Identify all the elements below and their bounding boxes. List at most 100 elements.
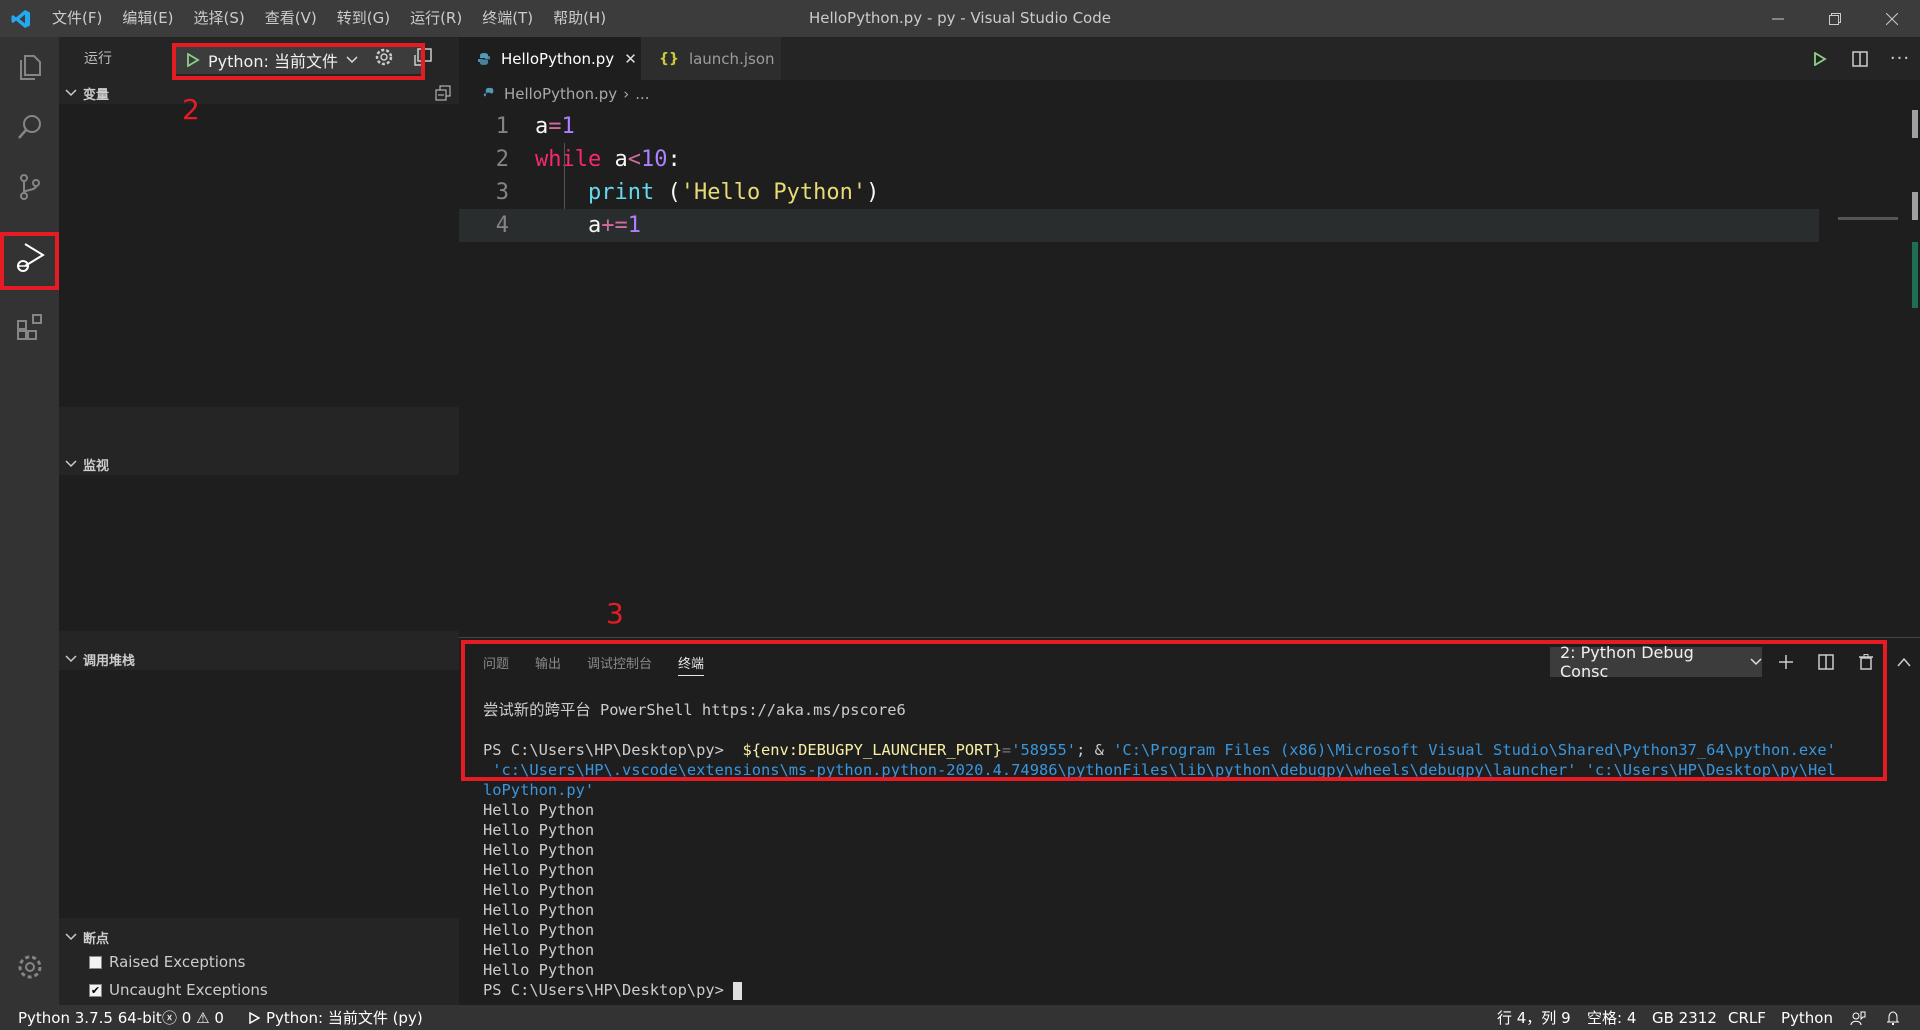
extensions-icon[interactable]	[0, 297, 59, 357]
chevron-down-icon	[63, 89, 79, 97]
code-line[interactable]: 2 while a<10:	[459, 143, 1819, 176]
breadcrumb-separator-icon: ›	[623, 84, 630, 103]
code-text: a+=1	[535, 213, 641, 238]
terminal-output-line: Hello Python	[483, 941, 595, 959]
menu-edit[interactable]: 编辑(E)	[112, 0, 183, 37]
problems-status[interactable]: ⓧ 0 ⚠ 0	[162, 1005, 224, 1030]
tab-label: HelloPython.py	[501, 49, 615, 68]
window-controls	[1749, 0, 1920, 37]
end-of-line[interactable]: CRLF	[1728, 1005, 1766, 1030]
section-variables[interactable]: 变量	[59, 82, 459, 104]
split-editor-icon[interactable]	[1840, 37, 1880, 80]
terminal-output-line: Hello Python	[483, 841, 595, 859]
start-debug-icon	[249, 1011, 260, 1024]
notifications-bell-icon[interactable]	[1886, 1005, 1900, 1030]
breakpoint-uncaught-exceptions[interactable]: ✔ Uncaught Exceptions	[89, 978, 268, 1002]
explorer-icon[interactable]	[0, 37, 59, 97]
terminal-output-line: Hello Python	[483, 861, 595, 879]
terminal-output-line: Hello Python	[483, 901, 595, 919]
run-sidebar: 运行 Python: 当前文件 变量 监视 调用堆栈 断点 Raised Exc	[59, 37, 459, 1005]
breadcrumb-rest[interactable]: ...	[635, 85, 649, 103]
breadcrumb: HelloPython.py › ...	[459, 80, 1920, 107]
section-watch[interactable]: 监视	[59, 453, 459, 475]
maximize-panel-icon[interactable]	[1888, 647, 1920, 677]
code-token: while	[535, 147, 602, 172]
line-number: 4	[495, 213, 509, 238]
terminal-output-line: Hello Python	[483, 881, 595, 899]
settings-gear-icon[interactable]	[0, 937, 59, 997]
tab-hellopython[interactable]: HelloPython.py ✕	[459, 37, 641, 80]
menu-help[interactable]: 帮助(H)	[543, 0, 616, 37]
search-icon[interactable]	[0, 97, 59, 157]
code-token: )	[866, 180, 880, 205]
code-token: +=	[601, 213, 628, 238]
section-breakpoints[interactable]: 断点	[59, 926, 459, 948]
cursor-position[interactable]: 行 4，列 9	[1497, 1005, 1571, 1030]
raised-exceptions-checkbox[interactable]	[89, 955, 102, 969]
menu-go[interactable]: 转到(G)	[327, 0, 400, 37]
menu-run[interactable]: 运行(R)	[400, 0, 472, 37]
python-interpreter[interactable]: Python 3.7.5 64-bit	[18, 1005, 162, 1030]
section-callstack-title: 调用堆栈	[83, 653, 136, 669]
activity-bar	[0, 37, 59, 1005]
menu-file[interactable]: 文件(F)	[42, 0, 112, 37]
sidebar-title: 运行	[84, 51, 112, 67]
terminal-output-line: Hello Python	[483, 821, 595, 839]
code-line[interactable]: 4 a+=1	[459, 209, 1819, 242]
feedback-icon[interactable]	[1850, 1005, 1866, 1030]
editor-tabs: HelloPython.py ✕ {} launch.json ···	[459, 37, 1920, 80]
vscode-logo-icon	[0, 0, 42, 37]
tab-label: launch.json	[688, 49, 775, 68]
tab-close-icon[interactable]: ✕	[624, 50, 637, 68]
scrollbar-thumb[interactable]	[1912, 192, 1918, 220]
menu-bar: 文件(F) 编辑(E) 选择(S) 查看(V) 转到(G) 运行(R) 终端(T…	[42, 0, 616, 37]
close-icon[interactable]	[1863, 0, 1920, 37]
encoding[interactable]: GB 2312	[1652, 1005, 1717, 1030]
section-breakpoints-title: 断点	[83, 931, 110, 947]
code-line[interactable]: 1 a=1	[459, 110, 1819, 143]
python-file-icon	[483, 87, 494, 97]
line-number: 2	[495, 147, 509, 172]
code-text: a=1	[535, 114, 575, 139]
run-file-icon[interactable]	[1800, 37, 1840, 80]
minimize-icon[interactable]	[1749, 0, 1806, 37]
terminal-output-line: Hello Python	[483, 801, 595, 819]
error-count: 0	[181, 1008, 192, 1027]
menu-terminal[interactable]: 终端(T)	[472, 0, 543, 37]
line-number: 3	[495, 180, 509, 205]
json-file-icon: {}	[659, 50, 679, 67]
section-callstack[interactable]: 调用堆栈	[59, 648, 459, 670]
section-watch-title: 监视	[83, 458, 110, 474]
status-bar: Python 3.7.5 64-bit ⓧ 0 ⚠ 0 Python: 当前文件…	[0, 1005, 1920, 1030]
menu-view[interactable]: 查看(V)	[255, 0, 327, 37]
breakpoint-raised-exceptions[interactable]: Raised Exceptions	[89, 950, 245, 974]
language-mode[interactable]: Python	[1781, 1005, 1833, 1030]
code-token: a	[535, 114, 549, 139]
indentation[interactable]: 空格: 4	[1587, 1005, 1636, 1030]
code-line[interactable]: 3 print ('Hello Python')	[459, 176, 1819, 209]
code-token: 1	[627, 213, 641, 238]
breakpoint-label: Uncaught Exceptions	[109, 981, 268, 999]
restore-icon[interactable]	[1806, 0, 1863, 37]
terminal-final-prompt[interactable]: PS C:\Users\HP\Desktop\py>	[483, 980, 743, 1000]
breadcrumb-file[interactable]: HelloPython.py	[504, 85, 617, 103]
more-actions-icon[interactable]: ···	[1880, 37, 1920, 80]
code-editor[interactable]: 1 a=1 2 while a<10: 3 print ('Hello Python')…	[459, 107, 1920, 637]
collapse-all-icon[interactable]	[435, 85, 451, 105]
warning-icon: ⚠	[196, 1008, 210, 1027]
scrollbar-thumb[interactable]	[1912, 110, 1918, 138]
chevron-down-icon	[63, 655, 79, 663]
terminal-prompt: PS C:\Users\HP\Desktop\py>	[483, 981, 724, 999]
tab-launch-json[interactable]: {} launch.json	[641, 37, 781, 80]
uncaught-exceptions-checkbox[interactable]: ✔	[89, 983, 102, 997]
highlight-box-terminal	[461, 640, 1887, 781]
menu-selection[interactable]: 选择(S)	[184, 0, 255, 37]
debug-launch-status[interactable]: Python: 当前文件 (py)	[248, 1005, 423, 1030]
code-token: 1	[561, 114, 575, 139]
section-variables-title: 变量	[83, 87, 110, 103]
python-file-icon	[477, 52, 491, 65]
minimap[interactable]	[1838, 217, 1898, 220]
source-control-icon[interactable]	[0, 157, 59, 217]
